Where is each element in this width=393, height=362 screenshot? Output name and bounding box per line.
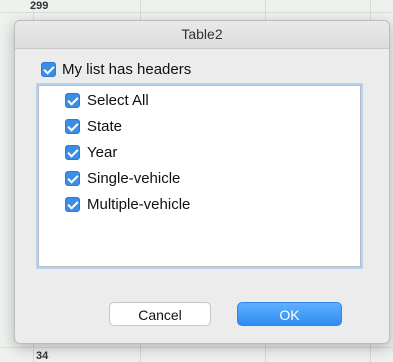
row-number-top: 299 [30,0,49,12]
column-list[interactable]: Select All State Year Single-vehicle Mul… [38,85,361,267]
list-item-single-vehicle[interactable]: Single-vehicle [65,168,180,188]
my-list-has-headers-option[interactable]: My list has headers [41,60,191,78]
list-item-year[interactable]: Year [65,142,117,162]
grid-row-line [0,347,393,348]
ok-button[interactable]: OK [237,302,342,326]
list-item-state[interactable]: State [65,116,122,136]
headers-checkbox[interactable] [41,61,56,77]
checkmark-icon[interactable] [65,118,80,134]
list-item-label: Single-vehicle [87,169,181,187]
list-item-multiple-vehicle[interactable]: Multiple-vehicle [65,194,190,214]
list-item-label: Select All [87,91,149,109]
table-filter-dialog: Table2 My list has headers Select All St… [14,20,390,344]
cancel-button[interactable]: Cancel [109,302,211,326]
headers-checkbox-label: My list has headers [62,60,192,78]
row-number-bottom: 34 [36,350,49,362]
dialog-title: Table2 [15,21,389,49]
checkmark-icon[interactable] [65,144,80,160]
checkmark-icon[interactable] [65,196,80,212]
checkmark-icon[interactable] [65,92,80,108]
list-item-label: Multiple-vehicle [87,195,191,213]
list-item-label: Year [87,143,118,161]
checkmark-icon[interactable] [65,170,80,186]
list-item-label: State [87,117,123,135]
list-item-select-all[interactable]: Select All [65,90,149,110]
grid-row-line [0,12,393,13]
